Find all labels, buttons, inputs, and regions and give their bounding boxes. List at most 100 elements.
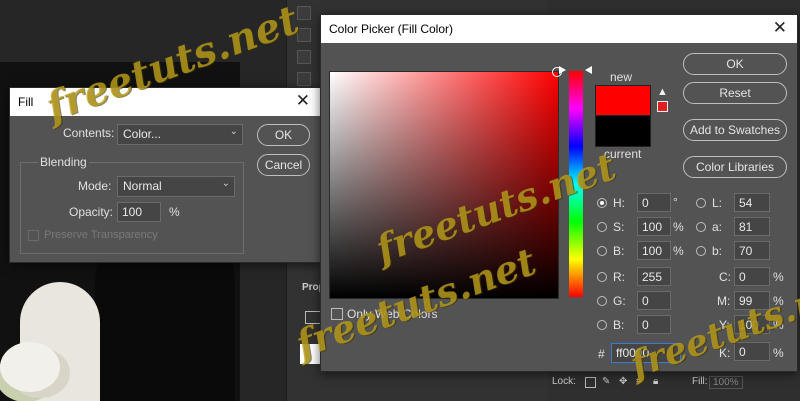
fill-value[interactable]: 100% <box>709 376 743 389</box>
c-unit: % <box>773 270 784 284</box>
s-label: S: <box>613 220 625 234</box>
l-label: L: <box>712 196 723 210</box>
g-radio[interactable] <box>597 296 607 306</box>
l-input[interactable]: 54 <box>734 193 770 212</box>
fill-titlebar: Fill ✕ <box>10 88 320 116</box>
hex-label: # <box>598 347 605 361</box>
b-label: B: <box>613 244 625 258</box>
add-to-swatches-button[interactable]: Add to Swatches <box>683 119 787 141</box>
close-icon[interactable]: ✕ <box>773 18 787 38</box>
white-swatch[interactable] <box>300 344 320 364</box>
y-label: Y: <box>719 318 730 332</box>
fill-label: Fill: <box>692 376 708 387</box>
picker-title: Color Picker (Fill Color) <box>329 22 454 36</box>
lab-b-input[interactable]: 70 <box>734 241 770 260</box>
mode-select[interactable]: Normal ⌄ <box>117 176 235 197</box>
opacity-input[interactable]: 100 <box>117 202 161 222</box>
s-input[interactable]: 100 <box>637 217 671 236</box>
y-input[interactable]: 100 <box>734 315 770 334</box>
only-web-colors-label: Only Web Colors <box>347 307 438 321</box>
contents-value: Color... <box>123 127 162 141</box>
color-libraries-button[interactable]: Color Libraries <box>683 156 787 178</box>
opacity-unit: % <box>169 205 180 219</box>
panel-row <box>297 28 311 42</box>
move-icon[interactable]: ✥ <box>619 376 627 387</box>
current-color-swatch[interactable] <box>595 115 651 147</box>
c-label: C: <box>719 270 731 284</box>
hue-slider[interactable] <box>569 71 583 297</box>
k-unit: % <box>773 346 784 360</box>
c-input[interactable]: 0 <box>734 267 770 286</box>
artboard-icon[interactable]: ⌗ <box>636 376 642 387</box>
h-radio[interactable] <box>597 198 607 208</box>
hex-input[interactable]: ff0000 <box>611 343 681 363</box>
s-radio[interactable] <box>597 222 607 232</box>
reset-button[interactable]: Reset <box>683 82 787 104</box>
lock-label: Lock: <box>552 376 576 387</box>
fill-title: Fill <box>18 95 34 109</box>
hue-slider-left-handle[interactable] <box>559 66 566 74</box>
m-input[interactable]: 99 <box>734 291 770 310</box>
lock-pixels-icon[interactable] <box>585 377 596 388</box>
r-input[interactable]: 255 <box>637 267 671 286</box>
contents-label: Contents: <box>63 126 115 140</box>
mode-label: Mode: <box>78 179 112 193</box>
gamut-warning-icon[interactable]: ▲ <box>657 86 668 98</box>
blending-label: Blending <box>38 155 89 169</box>
panel-row <box>297 50 311 64</box>
preserve-checkbox[interactable] <box>28 230 39 241</box>
new-label: new <box>610 70 633 84</box>
l-radio[interactable] <box>696 198 706 208</box>
gamut-swatch[interactable] <box>657 101 668 112</box>
h-input[interactable]: 0 <box>637 193 671 212</box>
blue-input[interactable]: 0 <box>637 315 671 334</box>
lab-b-label: b: <box>712 244 723 258</box>
only-web-colors-checkbox[interactable] <box>331 308 343 320</box>
color-picker-dialog: Color Picker (Fill Color) ✕ new current … <box>320 14 798 372</box>
g-label: G: <box>613 294 626 308</box>
mode-value: Normal <box>123 179 162 193</box>
current-label: current <box>604 147 642 161</box>
k-label: K: <box>719 346 731 360</box>
blue-radio[interactable] <box>597 320 607 330</box>
blue-label: B: <box>613 318 625 332</box>
b-radio[interactable] <box>597 246 607 256</box>
b-unit: % <box>673 244 684 258</box>
m-unit: % <box>773 294 784 308</box>
h-label: H: <box>613 196 625 210</box>
r-label: R: <box>613 270 625 284</box>
image-icon <box>305 311 321 324</box>
picker-ok-button[interactable]: OK <box>683 53 787 75</box>
color-field[interactable] <box>329 71 559 299</box>
photo-bouquet <box>0 342 60 392</box>
r-radio[interactable] <box>597 272 607 282</box>
h-unit: ° <box>673 195 678 209</box>
chevron-down-icon: ⌄ <box>229 126 238 137</box>
brush-icon[interactable]: ✎ <box>602 376 610 387</box>
fill-cancel-button[interactable]: Cancel <box>257 154 310 176</box>
lock-icon[interactable]: 🔒︎ <box>653 376 658 387</box>
fill-ok-button[interactable]: OK <box>257 124 310 146</box>
fill-dialog: Fill ✕ Contents: Color... ⌄ OK Cancel Bl… <box>9 87 321 263</box>
b-input[interactable]: 100 <box>637 241 671 260</box>
hue-slider-right-handle[interactable] <box>585 66 592 74</box>
close-icon[interactable]: ✕ <box>296 91 310 111</box>
panel-row <box>297 6 311 20</box>
layers-lock-bar: Lock: ✎ ✥ ⌗ 🔒︎ Fill: 100% <box>549 371 800 401</box>
m-label: M: <box>717 294 731 308</box>
a-input[interactable]: 81 <box>734 217 770 236</box>
lab-b-radio[interactable] <box>696 246 706 256</box>
new-color-swatch <box>595 85 651 117</box>
chevron-down-icon: ⌄ <box>221 178 230 189</box>
y-unit: % <box>773 318 784 332</box>
a-label: a: <box>712 220 723 234</box>
picker-titlebar: Color Picker (Fill Color) ✕ <box>321 15 797 43</box>
k-input[interactable]: 0 <box>734 342 770 361</box>
preserve-label: Preserve Transparency <box>44 229 158 241</box>
g-input[interactable]: 0 <box>637 291 671 310</box>
contents-select[interactable]: Color... ⌄ <box>117 124 243 145</box>
panel-row <box>297 72 311 86</box>
s-unit: % <box>673 220 684 234</box>
opacity-label: Opacity: <box>69 205 114 219</box>
a-radio[interactable] <box>696 222 706 232</box>
